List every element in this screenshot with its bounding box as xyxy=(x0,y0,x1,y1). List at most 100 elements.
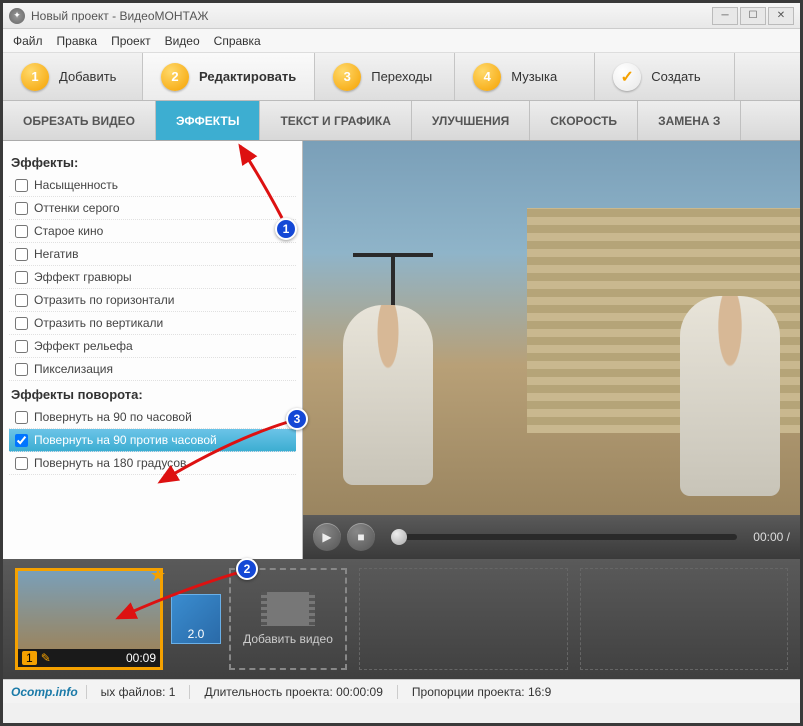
effect-item[interactable]: Негатив xyxy=(9,243,296,266)
effect-checkbox[interactable] xyxy=(15,363,28,376)
status-ratio: Пропорции проекта: 16:9 xyxy=(397,685,565,699)
effect-item[interactable]: Повернуть на 180 градусов xyxy=(9,452,296,475)
tab-music[interactable]: 4 Музыка xyxy=(455,53,595,100)
seek-knob[interactable] xyxy=(391,529,407,545)
menu-project[interactable]: Проект xyxy=(111,34,151,48)
timeline-clip[interactable]: ★ 1 ✎ 00:09 xyxy=(15,568,163,670)
menu-video[interactable]: Видео xyxy=(165,34,200,48)
timeline: ★ 1 ✎ 00:09 2.0 Добавить видео xyxy=(3,559,800,679)
titlebar: ✦ Новый проект - ВидеоМОНТАЖ ─ ☐ ✕ xyxy=(3,3,800,29)
tab-add[interactable]: 1 Добавить xyxy=(3,53,143,100)
tab-transitions[interactable]: 3 Переходы xyxy=(315,53,455,100)
effect-item[interactable]: Пикселизация xyxy=(9,358,296,381)
tab-label: Переходы xyxy=(371,69,432,84)
video-preview[interactable] xyxy=(303,141,800,515)
watermark-logo: Ocomp.info xyxy=(3,685,86,699)
effect-checkbox[interactable] xyxy=(15,457,28,470)
effect-checkbox[interactable] xyxy=(15,248,28,261)
effect-item[interactable]: Эффект гравюры xyxy=(9,266,296,289)
transition-block[interactable]: 2.0 xyxy=(171,594,221,644)
star-icon: ★ xyxy=(150,565,166,586)
effect-checkbox[interactable] xyxy=(15,294,28,307)
effect-item-selected[interactable]: Повернуть на 90 против часовой xyxy=(9,429,296,452)
rotation-group-title: Эффекты поворота: xyxy=(11,387,296,402)
menu-file[interactable]: Файл xyxy=(13,34,43,48)
menubar: Файл Правка Проект Видео Справка xyxy=(3,29,800,53)
effect-label: Старое кино xyxy=(34,224,103,238)
close-button[interactable]: ✕ xyxy=(768,7,794,25)
subtab-effects[interactable]: ЭФФЕКТЫ xyxy=(156,101,260,140)
sub-tabs: ОБРЕЗАТЬ ВИДЕО ЭФФЕКТЫ ТЕКСТ И ГРАФИКА У… xyxy=(3,101,800,141)
effect-item[interactable]: Насыщенность xyxy=(9,174,296,197)
tab-label: Редактировать xyxy=(199,69,296,84)
timeline-placeholder xyxy=(359,568,568,670)
main-tabs: 1 Добавить 2 Редактировать 3 Переходы 4 Музы… xyxy=(3,53,800,101)
video-content xyxy=(680,296,780,496)
effects-panel: Эффекты: Насыщенность Оттенки серого Ста… xyxy=(3,141,303,559)
check-icon: ✓ xyxy=(613,63,641,91)
step-1-icon: 1 xyxy=(21,63,49,91)
effect-checkbox[interactable] xyxy=(15,202,28,215)
effect-checkbox[interactable] xyxy=(15,434,28,447)
effect-checkbox[interactable] xyxy=(15,179,28,192)
effects-group-title: Эффекты: xyxy=(11,155,296,170)
step-2-icon: 2 xyxy=(161,63,189,91)
effect-label: Повернуть на 90 против часовой xyxy=(34,433,217,447)
step-3-icon: 3 xyxy=(333,63,361,91)
effect-label: Повернуть на 90 по часовой xyxy=(34,410,192,424)
preview-area: ▶ ■ 00:00 / xyxy=(303,141,800,559)
tab-create[interactable]: ✓ Создать xyxy=(595,53,735,100)
tab-label: Создать xyxy=(651,69,700,84)
workspace: Эффекты: Насыщенность Оттенки серого Ста… xyxy=(3,141,800,559)
edit-icon[interactable]: ✎ xyxy=(41,651,51,665)
step-4-icon: 4 xyxy=(473,63,501,91)
effect-checkbox[interactable] xyxy=(15,411,28,424)
effect-item[interactable]: Отразить по вертикали xyxy=(9,312,296,335)
minimize-button[interactable]: ─ xyxy=(712,7,738,25)
effect-item[interactable]: Отразить по горизонтали xyxy=(9,289,296,312)
effect-checkbox[interactable] xyxy=(15,340,28,353)
effect-label: Насыщенность xyxy=(34,178,118,192)
effect-checkbox[interactable] xyxy=(15,271,28,284)
timeline-placeholder xyxy=(580,568,789,670)
maximize-button[interactable]: ☐ xyxy=(740,7,766,25)
effect-item[interactable]: Оттенки серого xyxy=(9,197,296,220)
effect-label: Пикселизация xyxy=(34,362,113,376)
effect-label: Повернуть на 180 градусов xyxy=(34,456,186,470)
seek-slider[interactable] xyxy=(391,534,737,540)
player-controls: ▶ ■ 00:00 / xyxy=(303,515,800,559)
tab-label: Добавить xyxy=(59,69,116,84)
effect-item[interactable]: Повернуть на 90 по часовой xyxy=(9,406,296,429)
effect-item[interactable]: Старое кино xyxy=(9,220,296,243)
subtab-enhance[interactable]: УЛУЧШЕНИЯ xyxy=(412,101,530,140)
tab-edit[interactable]: 2 Редактировать xyxy=(143,53,315,100)
clip-infobar: 1 ✎ 00:09 xyxy=(18,649,160,667)
status-files: ых файлов: 1 xyxy=(86,685,190,699)
stop-button[interactable]: ■ xyxy=(347,523,375,551)
subtab-crop[interactable]: ОБРЕЗАТЬ ВИДЕО xyxy=(3,101,156,140)
app-icon: ✦ xyxy=(9,8,25,24)
effect-label: Эффект рельефа xyxy=(34,339,133,353)
subtab-speed[interactable]: СКОРОСТЬ xyxy=(530,101,638,140)
tab-label: Музыка xyxy=(511,69,557,84)
subtab-replace[interactable]: ЗАМЕНА З xyxy=(638,101,741,140)
clip-thumbnail xyxy=(18,571,160,649)
add-video-button[interactable]: Добавить видео xyxy=(229,568,347,670)
transition-duration: 2.0 xyxy=(188,627,205,641)
menu-help[interactable]: Справка xyxy=(214,34,261,48)
subtab-text[interactable]: ТЕКСТ И ГРАФИКА xyxy=(260,101,411,140)
effect-label: Негатив xyxy=(34,247,78,261)
menu-edit[interactable]: Правка xyxy=(57,34,98,48)
clip-duration: 00:09 xyxy=(126,651,156,665)
clip-index: 1 xyxy=(22,651,37,665)
play-button[interactable]: ▶ xyxy=(313,523,341,551)
video-content xyxy=(343,305,433,485)
effect-label: Оттенки серого xyxy=(34,201,120,215)
add-video-label: Добавить видео xyxy=(243,632,333,646)
effect-checkbox[interactable] xyxy=(15,225,28,238)
timecode: 00:00 / xyxy=(753,530,790,544)
window-title: Новый проект - ВидеоМОНТАЖ xyxy=(31,9,209,23)
effect-label: Отразить по вертикали xyxy=(34,316,163,330)
effect-item[interactable]: Эффект рельефа xyxy=(9,335,296,358)
effect-checkbox[interactable] xyxy=(15,317,28,330)
